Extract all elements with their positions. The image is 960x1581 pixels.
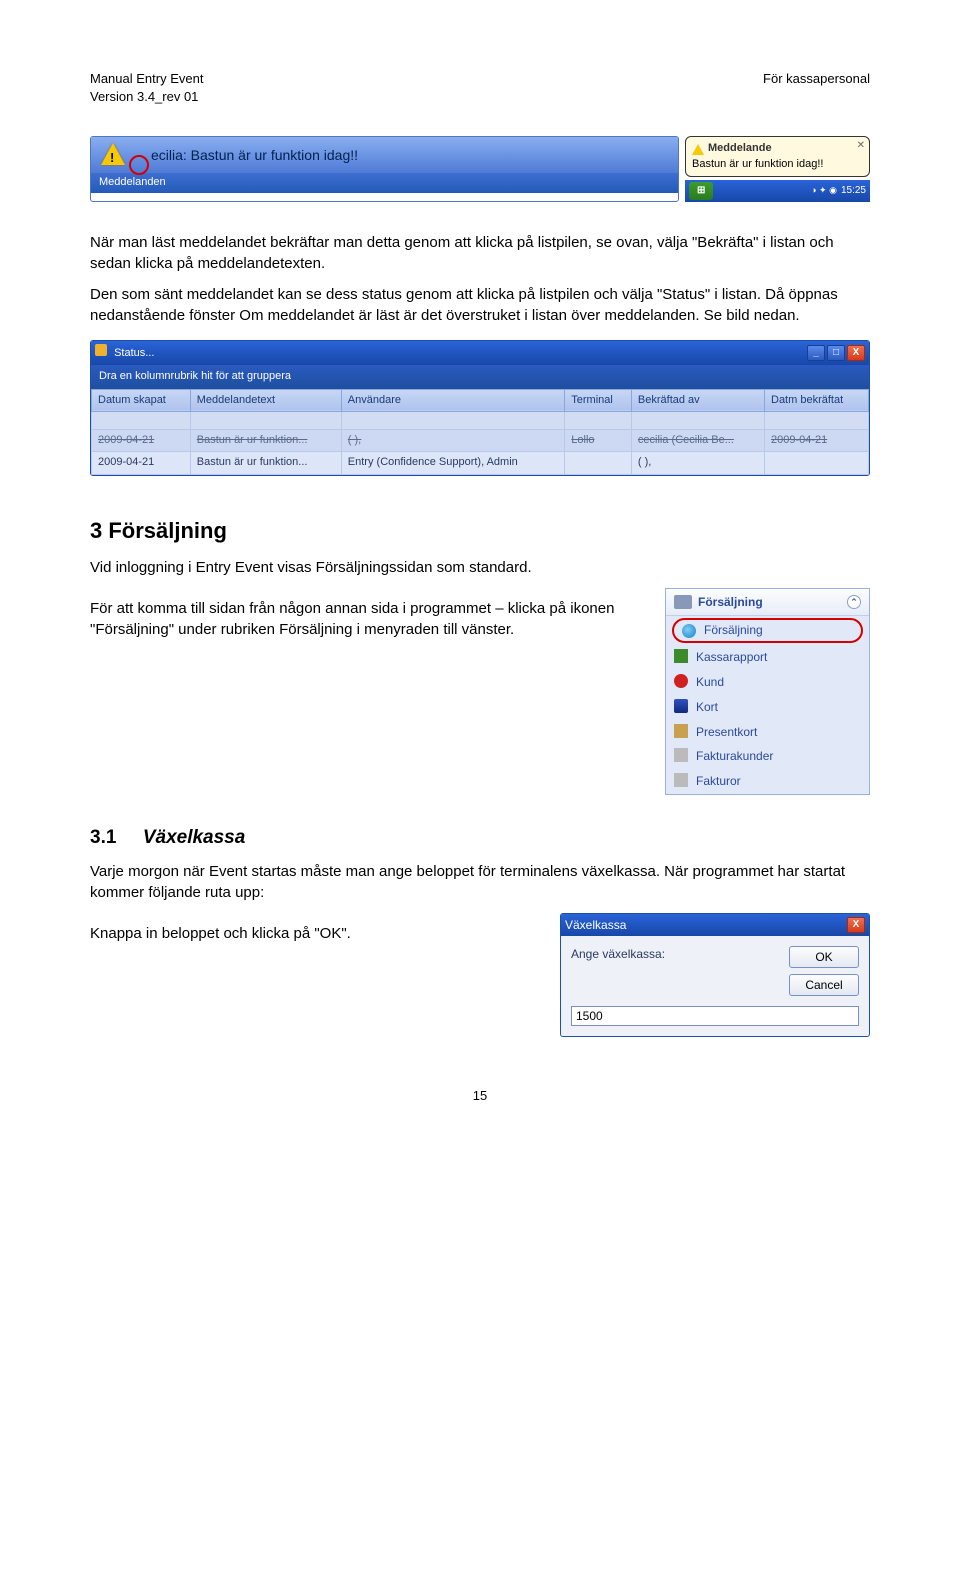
close-icon[interactable]: ✕ bbox=[857, 139, 865, 153]
sidebar-item-presentkort[interactable]: Presentkort bbox=[666, 720, 869, 745]
invoices-icon bbox=[674, 773, 688, 787]
col-header[interactable]: Användare bbox=[341, 389, 564, 411]
minimize-button[interactable]: _ bbox=[807, 345, 825, 361]
card-icon bbox=[674, 699, 688, 713]
paragraph: Vid inloggning i Entry Event visas Försä… bbox=[90, 557, 870, 578]
warning-icon bbox=[101, 143, 125, 165]
sidebar-item-kassarapport[interactable]: Kassarapport bbox=[666, 645, 869, 670]
invoice-customers-icon bbox=[674, 748, 688, 762]
sidebar-item-label: Kund bbox=[696, 675, 724, 689]
vaxelkassa-dialog: Växelkassa X Ange växelkassa: OK Cancel bbox=[560, 913, 870, 1037]
window-title: Status... bbox=[95, 344, 154, 361]
col-header[interactable]: Datum skapat bbox=[92, 389, 191, 411]
gift-icon bbox=[674, 724, 688, 738]
sidebar-item-fakturor[interactable]: Fakturor bbox=[666, 769, 869, 794]
paragraph: Knappa in beloppet och klicka på "OK". bbox=[90, 923, 540, 944]
header-audience: För kassapersonal bbox=[763, 70, 870, 106]
taskbar: ⊞ ◑ ✦ ◉ 15:25 bbox=[685, 180, 870, 202]
subsection-heading: 3.1 Växelkassa bbox=[90, 825, 870, 852]
chevron-up-icon[interactable]: ⌃ bbox=[847, 595, 861, 609]
sidebar-item-label: Kassarapport bbox=[696, 650, 767, 664]
balloon-body: Bastun är ur funktion idag!! bbox=[692, 157, 851, 172]
customer-icon bbox=[674, 674, 688, 688]
clock: 15:25 bbox=[841, 184, 866, 198]
table-row[interactable]: 2009-04-21 Bastun är ur funktion... Entr… bbox=[92, 452, 869, 474]
sidebar-item-kort[interactable]: Kort bbox=[666, 695, 869, 720]
sidebar-item-label: Fakturakunder bbox=[696, 749, 773, 763]
dialog-title: Växelkassa bbox=[565, 917, 626, 934]
sidebar-item-label: Kort bbox=[696, 700, 718, 714]
table-row[interactable]: 2009-04-21 Bastun är ur funktion... ( ),… bbox=[92, 429, 869, 451]
message-bar-text: ecilia: Bastun är ur funktion idag!! bbox=[151, 146, 358, 166]
panel-header[interactable]: Försäljning ⌃ bbox=[666, 589, 869, 617]
report-icon bbox=[674, 649, 688, 663]
paragraph: När man läst meddelandet bekräftar man d… bbox=[90, 232, 870, 274]
system-tray: ◑ ✦ ◉ 15:25 bbox=[811, 184, 866, 198]
paragraph: Varje morgon när Event startas måste man… bbox=[90, 861, 870, 903]
tray-icon: ◑ ✦ ◉ bbox=[811, 185, 837, 195]
sidebar-item-label: Fakturor bbox=[696, 774, 741, 788]
forsaljning-side-panel: Försäljning ⌃ Försäljning Kassarapport K… bbox=[665, 588, 870, 795]
status-table: Datum skapat Meddelandetext Användare Te… bbox=[91, 389, 869, 475]
message-bar: ecilia: Bastun är ur funktion idag!! Med… bbox=[90, 136, 679, 202]
start-button[interactable]: ⊞ bbox=[689, 182, 713, 200]
sidebar-item-forsaljning[interactable]: Försäljning bbox=[672, 618, 863, 643]
warning-icon bbox=[692, 144, 704, 155]
group-hint: Dra en kolumnrubrik hit för att gruppera bbox=[91, 365, 869, 388]
dialog-label: Ange växelkassa: bbox=[571, 946, 779, 996]
filter-row[interactable] bbox=[92, 411, 869, 429]
status-window: Status... _ □ X Dra en kolumnrubrik hit … bbox=[90, 340, 870, 476]
section-heading: 3 Försäljning bbox=[90, 516, 870, 547]
sidebar-item-label: Presentkort bbox=[696, 725, 757, 739]
col-header[interactable]: Datm bekräftat bbox=[765, 389, 869, 411]
ok-button[interactable]: OK bbox=[789, 946, 859, 968]
cancel-button[interactable]: Cancel bbox=[789, 974, 859, 996]
paragraph: För att komma till sidan från någon anna… bbox=[90, 598, 635, 640]
globe-icon bbox=[682, 624, 696, 638]
col-header[interactable]: Bekräftad av bbox=[631, 389, 764, 411]
printer-icon bbox=[674, 595, 692, 609]
paragraph: Den som sänt meddelandet kan se dess sta… bbox=[90, 284, 870, 326]
sidebar-item-kund[interactable]: Kund bbox=[666, 670, 869, 695]
col-header[interactable]: Terminal bbox=[565, 389, 632, 411]
page-number: 15 bbox=[90, 1087, 870, 1105]
message-bar-label: Meddelanden bbox=[91, 173, 678, 192]
close-button[interactable]: X bbox=[847, 345, 865, 361]
message-bar-figure: ecilia: Bastun är ur funktion idag!! Med… bbox=[90, 136, 870, 202]
sidebar-item-fakturakunder[interactable]: Fakturakunder bbox=[666, 744, 869, 769]
dropdown-circle-annotation bbox=[129, 155, 149, 175]
header-version: Version 3.4_rev 01 bbox=[90, 88, 203, 106]
header-title: Manual Entry Event bbox=[90, 70, 203, 88]
notification-balloon: ✕ Meddelande Bastun är ur funktion idag!… bbox=[685, 136, 870, 177]
col-header[interactable]: Meddelandetext bbox=[190, 389, 341, 411]
balloon-title: Meddelande bbox=[692, 141, 851, 156]
maximize-button[interactable]: □ bbox=[827, 345, 845, 361]
sidebar-item-label: Försäljning bbox=[704, 623, 763, 637]
amount-input[interactable] bbox=[571, 1006, 859, 1026]
page-header: Manual Entry Event Version 3.4_rev 01 Fö… bbox=[90, 70, 870, 106]
close-button[interactable]: X bbox=[847, 917, 865, 933]
app-icon bbox=[95, 344, 107, 356]
